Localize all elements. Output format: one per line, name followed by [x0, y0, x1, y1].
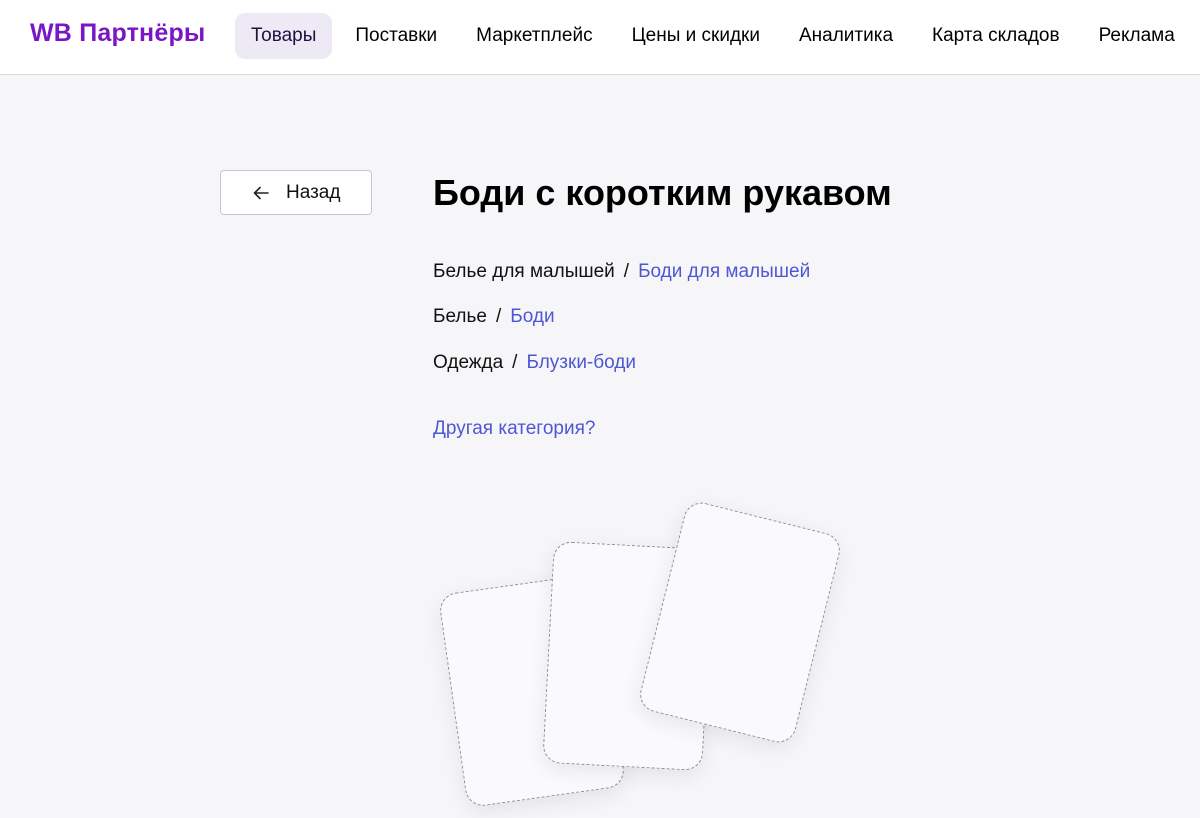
other-category-link[interactable]: Другая категория? [433, 418, 595, 440]
category-separator: / [495, 306, 502, 327]
category-separator: / [512, 352, 518, 373]
category-parent: Одежда [433, 352, 504, 373]
back-button[interactable]: Назад [220, 170, 372, 215]
page-title: Боди с коротким рукавом [433, 172, 892, 213]
nav-item-analytics[interactable]: Аналитика [783, 13, 909, 59]
category-parent: Белье для малышей [433, 261, 615, 282]
category-option: Белье для малышей / Боди для малышей [433, 261, 810, 283]
nav-item-marketplace[interactable]: Маркетплейс [460, 13, 608, 59]
category-link[interactable]: Боди [510, 306, 554, 327]
category-separator: / [623, 261, 630, 282]
empty-cards-illustration [420, 490, 880, 818]
top-bar: WB Партнёры Товары Поставки Маркетплейс … [0, 0, 1200, 75]
category-link[interactable]: Блузки-боди [526, 352, 636, 373]
arrow-left-icon [253, 186, 269, 200]
nav-item-advertising[interactable]: Реклама [1083, 13, 1191, 59]
card-placeholder-front [636, 498, 844, 747]
category-option: Белье / Боди [433, 306, 555, 328]
main-nav: Товары Поставки Маркетплейс Цены и скидк… [235, 13, 1198, 59]
category-parent: Белье [433, 306, 487, 327]
nav-item-supplies[interactable]: Поставки [339, 13, 453, 59]
nav-item-goods[interactable]: Товары [235, 13, 333, 59]
category-link[interactable]: Боди для малышей [638, 261, 810, 282]
wb-partners-logo[interactable]: WB Партнёры [30, 19, 205, 48]
category-option: Одежда / Блузки-боди [433, 352, 636, 374]
nav-item-prices[interactable]: Цены и скидки [616, 13, 776, 59]
back-button-label: Назад [286, 182, 341, 203]
nav-item-warehouse-map[interactable]: Карта складов [916, 13, 1076, 59]
